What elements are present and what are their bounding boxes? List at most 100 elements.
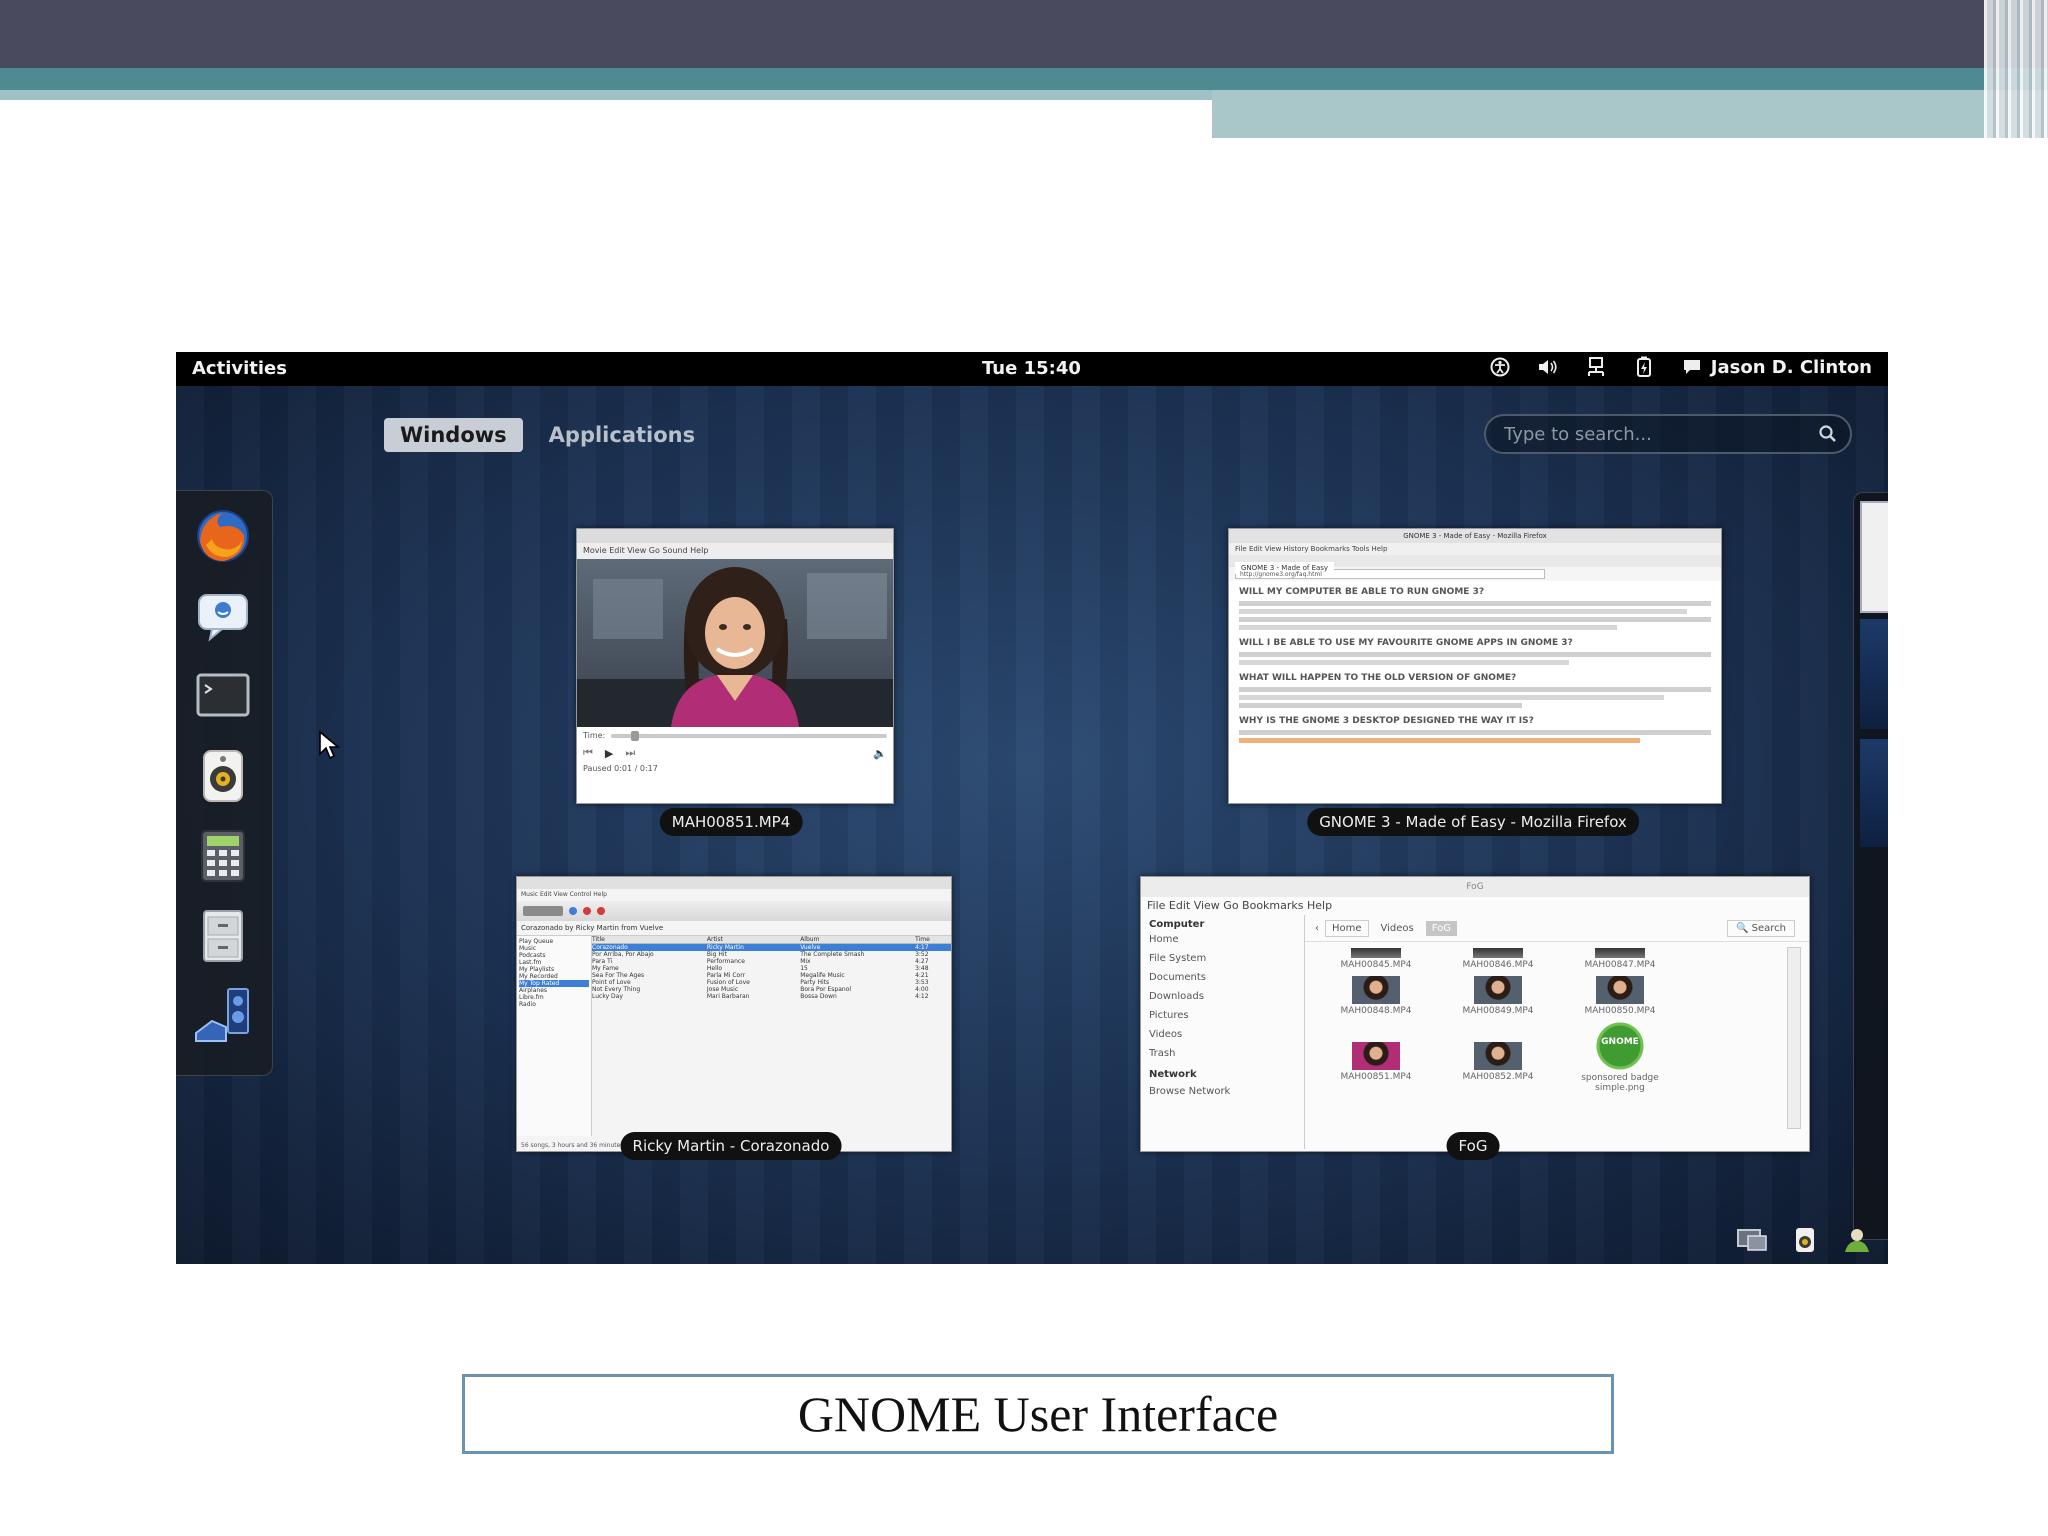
scrollbar[interactable] [1787, 947, 1801, 1129]
network-icon[interactable] [1585, 356, 1607, 378]
sidebar-item-trash[interactable]: Trash [1149, 1048, 1296, 1059]
user-tray-icon[interactable] [1842, 1226, 1872, 1258]
stop-icon[interactable] [583, 907, 591, 915]
record-icon[interactable] [569, 907, 577, 915]
source-item[interactable]: Music [519, 945, 589, 952]
transport-buttons[interactable] [523, 906, 563, 916]
file-item[interactable]: MAH00846.MP4 [1437, 948, 1559, 970]
workspace-thumbnail-active[interactable] [1860, 501, 1888, 613]
volume-small-icon[interactable]: 🔈 [873, 747, 887, 760]
accessibility-icon[interactable] [1489, 356, 1511, 378]
source-item[interactable]: Podcasts [519, 952, 589, 959]
terminal-icon[interactable] [192, 665, 254, 727]
video-thumbnail [1596, 976, 1644, 1004]
file-name: MAH00850.MP4 [1584, 1006, 1656, 1016]
source-item[interactable]: My Recorded [519, 973, 589, 980]
column-header[interactable]: Time [915, 936, 951, 943]
sidebar-item-browse-network[interactable]: Browse Network [1149, 1086, 1296, 1097]
source-item[interactable]: My Playlists [519, 966, 589, 973]
track-title: Sea For The Ages [592, 972, 645, 979]
sidebar-item-pictures[interactable]: Pictures [1149, 1010, 1296, 1021]
file-item[interactable]: MAH00847.MP4 [1559, 948, 1681, 970]
volume-icon[interactable] [1537, 356, 1559, 378]
system-monitor-icon[interactable] [192, 985, 254, 1047]
path-home[interactable]: Home [1325, 919, 1369, 937]
workspace-thumbnail[interactable] [1860, 739, 1888, 847]
window-thumbnail-file-manager[interactable]: FoG File Edit View Go Bookmarks Help Com… [1140, 876, 1810, 1152]
chat-icon [1681, 356, 1703, 378]
previous-icon[interactable]: ⏮ [583, 746, 593, 760]
overview-tabs: Windows Applications [384, 418, 711, 452]
next-icon[interactable]: ⏭ [625, 746, 635, 760]
track-artist: Parla Mi Corr [706, 972, 746, 979]
track-row[interactable]: Not Every Thing Jose Music Bora Por Espano… [592, 986, 951, 993]
gnome-badge-icon: GNOME [1596, 1022, 1644, 1070]
track-row[interactable]: Lucky Day Mari Barbaran Bossa Down 4:12 [592, 993, 951, 1000]
window-thumbnail-firefox[interactable]: GNOME 3 - Made of Easy - Mozilla Firefox… [1228, 528, 1722, 804]
battery-icon[interactable] [1633, 356, 1655, 378]
source-item[interactable]: Play Queue [519, 938, 589, 945]
file-name: MAH00848.MP4 [1340, 1006, 1412, 1016]
path-fog[interactable]: FoG [1425, 920, 1458, 936]
video-frame [577, 559, 893, 727]
window-thumbnail-video-player[interactable]: Movie Edit View Go Sound Help Time: ⏮ ▶ … [576, 528, 894, 804]
path-videos[interactable]: Videos [1375, 921, 1420, 936]
file-item[interactable]: MAH00848.MP4 [1315, 976, 1437, 1016]
source-item[interactable]: Libre.fm [519, 994, 589, 1001]
file-item[interactable]: GNOME sponsored badge simple.png [1559, 1022, 1681, 1093]
tab-windows[interactable]: Windows [384, 418, 523, 452]
file-item[interactable]: MAH00851.MP4 [1315, 1042, 1437, 1093]
sidebar-item-videos[interactable]: Videos [1149, 1029, 1296, 1040]
track-album: Party Hits [800, 979, 830, 986]
calculator-icon[interactable] [192, 825, 254, 887]
dash [176, 490, 273, 1076]
workspace-thumbnail[interactable] [1860, 619, 1888, 729]
url-bar[interactable]: http://gnome3.org/faq.html [1235, 569, 1545, 579]
source-item-selected[interactable]: My Top Rated [519, 980, 589, 987]
rhythmbox-speaker-icon[interactable] [192, 745, 254, 807]
seek-handle[interactable] [631, 730, 640, 741]
track-row[interactable]: My Fame Hello 15 3:48 [592, 965, 951, 972]
activities-button[interactable]: Activities [192, 358, 287, 379]
file-item[interactable]: MAH00849.MP4 [1437, 976, 1559, 1016]
clock[interactable]: Tue 15:40 [982, 358, 1081, 379]
track-title: Lucky Day [592, 993, 623, 1000]
firefox-icon[interactable] [192, 505, 254, 567]
file-item[interactable]: MAH00852.MP4 [1437, 1042, 1559, 1093]
slide-accent-band [0, 68, 2048, 90]
empathy-chat-icon[interactable] [192, 585, 254, 647]
sidebar-item-file-system[interactable]: File System [1149, 953, 1296, 964]
track-row[interactable]: Por Arriba, Por Abajo Big Hit The Complete… [592, 951, 951, 958]
sidebar-item-documents[interactable]: Documents [1149, 972, 1296, 983]
sidebar-item-home[interactable]: Home [1149, 934, 1296, 945]
file-item[interactable]: MAH00845.MP4 [1315, 948, 1437, 970]
faq-heading: WILL I BE ABLE TO USE MY FAVOURITE GNOME… [1239, 638, 1573, 648]
column-header[interactable]: Album [800, 936, 915, 943]
source-item[interactable]: Airplanes [519, 987, 589, 994]
search-button[interactable]: 🔍 Search [1727, 919, 1795, 937]
mouse-pointer-icon [318, 730, 342, 766]
track-row[interactable]: Sea For The Ages Parla Mi Corr Megalife Mu… [592, 972, 951, 979]
user-menu[interactable]: Jason D. Clinton [1681, 356, 1872, 378]
tab-applications[interactable]: Applications [533, 418, 711, 452]
video-thumbnail [1352, 1042, 1400, 1070]
file-item[interactable]: MAH00850.MP4 [1559, 976, 1681, 1016]
speaker-tray-icon[interactable] [1794, 1226, 1816, 1258]
source-item[interactable]: Radio [519, 1001, 589, 1008]
window-thumbnail-rhythmbox[interactable]: Music Edit View Control Help Corazonado … [516, 876, 952, 1152]
display-tray-icon[interactable] [1736, 1226, 1768, 1258]
column-header[interactable]: Title [592, 936, 707, 943]
search-entry[interactable]: Type to search... [1484, 414, 1852, 454]
column-header[interactable]: Artist [707, 936, 800, 943]
sidebar-item-downloads[interactable]: Downloads [1149, 991, 1296, 1002]
track-artist: Mari Barbaran [706, 993, 750, 1000]
seek-bar[interactable] [611, 730, 887, 741]
play-icon[interactable]: ▶ [605, 747, 613, 760]
back-icon[interactable]: ‹ [1315, 923, 1319, 934]
track-row[interactable]: Para Ti Performance Mix 4:27 [592, 958, 951, 965]
source-item[interactable]: Last.fm [519, 959, 589, 966]
track-row[interactable]: Point of Love Fusion of Love Party Hits 3:5… [592, 979, 951, 986]
track-row-selected[interactable]: Corazonado Ricky Martin Vuelve 4:17 [592, 944, 951, 951]
shuffle-icon[interactable] [597, 907, 605, 915]
file-cabinet-icon[interactable] [192, 905, 254, 967]
